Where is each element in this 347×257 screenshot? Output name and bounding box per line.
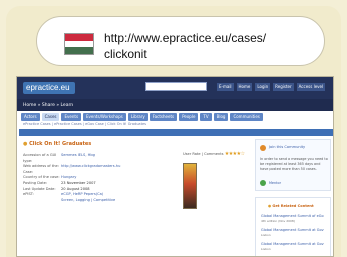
related-content-title: Get Related Content (268, 204, 313, 208)
url-line-1: http://www.epractice.eu/cases/ (104, 31, 267, 45)
meta-key: Accession of a GUI type: (23, 153, 57, 163)
top-link[interactable]: Home (236, 83, 253, 91)
case-thumbnail[interactable] (183, 163, 197, 209)
related-event-date: Lisbon (261, 247, 271, 251)
community-icon (260, 145, 266, 151)
case-content: Click On It! Graduates Accession of a GU… (23, 141, 253, 256)
community-panel: Join this Community In order to send a m… (255, 139, 331, 191)
url-text[interactable]: http://www.epractice.eu/cases/ clickonit (104, 30, 314, 62)
page-title-bar: ePractice Click On It! Graduates (19, 129, 333, 145)
meta-value[interactable]: http://www.clickgradomasters.hu (61, 164, 120, 170)
sidebar: Join this Community In order to send a m… (255, 139, 331, 256)
url-line-2: clickonit (104, 47, 147, 61)
nav-tab[interactable]: Events (61, 113, 82, 121)
nav-tab[interactable]: Events/Workshops (83, 113, 126, 121)
rating: User Rate | Comments ★★★★☆ (183, 151, 245, 157)
website-screenshot: epractice.eu E-mail Home Login Register Acce… (16, 76, 334, 257)
nav-tab[interactable]: People (179, 113, 199, 121)
mentor-link[interactable]: Mentor (269, 181, 281, 185)
nav-tab[interactable]: Cases (41, 113, 60, 121)
breadcrumb[interactable]: Home » Share » Learn (23, 103, 73, 108)
community-panel-title[interactable]: Join this Community (269, 145, 305, 149)
top-link[interactable]: Login (255, 83, 271, 91)
meta-key (23, 198, 61, 204)
community-panel-text: In order to send a message you need to b… (260, 157, 328, 171)
nav-tab[interactable]: Actors (21, 113, 40, 121)
sub-breadcrumb[interactable]: ePractice Cases | ePractice Cases | eGov… (23, 122, 146, 126)
meta-row: Accession of a GUI type: Semmes IELS, Hbg (23, 153, 161, 164)
meta-value[interactable]: Semmes IELS, Hbg (61, 153, 95, 164)
top-link[interactable]: Access level (296, 83, 326, 91)
related-event-date: Lisbon (261, 233, 271, 237)
related-event-date: 4th edition (Nov 2008) (261, 219, 296, 223)
site-logo[interactable]: epractice.eu (23, 82, 75, 94)
meta-row: Screen, Logging | Competitive (23, 198, 161, 204)
related-content-panel: Get Related Content Global Management Su… (255, 197, 331, 256)
nav-tab[interactable]: TV (200, 113, 212, 121)
rating-label[interactable]: User Rate | Comments (183, 152, 224, 156)
top-link[interactable]: Register (273, 83, 294, 91)
case-meta-table: Accession of a GUI type: Semmes IELS, Hbg… (23, 153, 161, 203)
nav-tabs: Actors Cases Events Events/Workshops Library… (21, 113, 263, 121)
site-search-input[interactable] (145, 82, 207, 91)
case-title: Click On It! Graduates (23, 141, 91, 147)
hungary-flag-icon (64, 33, 94, 55)
nav-tab[interactable]: Communities (230, 113, 263, 121)
top-links: E-mail Home Login Register Access level (217, 83, 326, 91)
meta-value[interactable]: Screen, Logging | Competitive (61, 198, 115, 204)
rating-stars[interactable]: ★★★★☆ (225, 151, 245, 157)
nav-tab[interactable]: Factsheets (149, 113, 178, 121)
nav-tab[interactable]: Library (127, 113, 148, 121)
site-header: epractice.eu E-mail Home Login Register Acce… (17, 77, 333, 99)
related-event[interactable]: Global Management Summit at Gov Lisbon (261, 228, 324, 238)
card: http://www.epractice.eu/cases/ clickonit… (6, 6, 341, 257)
mentor-icon (260, 180, 266, 186)
top-link[interactable]: E-mail (217, 83, 234, 91)
related-event[interactable]: Global Management Summit of eGo 4th editi… (261, 214, 324, 224)
related-event[interactable]: Global Management Summit at Gov Lisbon (261, 242, 324, 252)
nav-tab[interactable]: Blog (213, 113, 229, 121)
